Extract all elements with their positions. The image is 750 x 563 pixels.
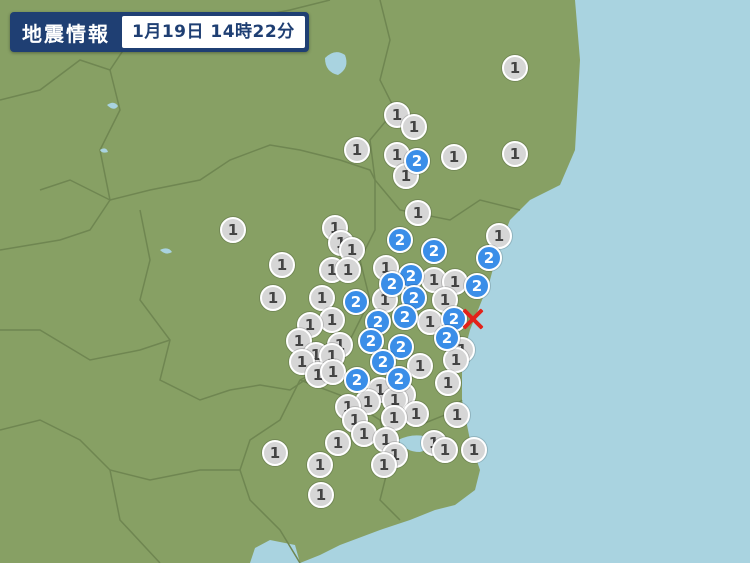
intensity-2-marker[interactable]: 2: [386, 366, 412, 392]
intensity-1-marker[interactable]: 1: [307, 452, 333, 478]
intensity-2-marker[interactable]: 2: [344, 367, 370, 393]
intensity-1-marker[interactable]: 1: [260, 285, 286, 311]
intensity-2-marker[interactable]: 2: [464, 273, 490, 299]
intensity-1-marker[interactable]: 1: [344, 137, 370, 163]
intensity-2-marker[interactable]: 2: [392, 304, 418, 330]
intensity-2-marker[interactable]: 2: [476, 245, 502, 271]
intensity-1-marker[interactable]: 1: [319, 307, 345, 333]
intensity-1-marker[interactable]: 1: [441, 144, 467, 170]
intensity-1-marker[interactable]: 1: [308, 482, 334, 508]
info-header: 地震情報 1月19日 14時22分: [10, 12, 309, 52]
map-base: [0, 0, 580, 563]
intensity-2-marker[interactable]: 2: [434, 325, 460, 351]
intensity-1-marker[interactable]: 1: [502, 141, 528, 167]
intensity-1-marker[interactable]: 1: [435, 370, 461, 396]
intensity-2-marker[interactable]: 2: [343, 289, 369, 315]
intensity-2-marker[interactable]: 2: [421, 238, 447, 264]
intensity-1-marker[interactable]: 1: [403, 401, 429, 427]
intensity-1-marker[interactable]: 1: [371, 452, 397, 478]
earthquake-map[interactable]: 地震情報 1月19日 14時22分 1 1 1 1 1 1 1 1 1 1 1 …: [0, 0, 750, 563]
intensity-1-marker[interactable]: 1: [461, 437, 487, 463]
intensity-1-marker[interactable]: 1: [320, 359, 346, 385]
intensity-1-marker[interactable]: 1: [335, 257, 361, 283]
intensity-1-marker[interactable]: 1: [262, 440, 288, 466]
intensity-1-marker[interactable]: 1: [432, 437, 458, 463]
epicenter-x-icon[interactable]: [462, 308, 484, 330]
intensity-1-marker[interactable]: 1: [444, 402, 470, 428]
header-title: 地震情報: [22, 21, 110, 46]
header-timestamp: 1月19日 14時22分: [122, 16, 305, 48]
intensity-1-marker[interactable]: 1: [401, 114, 427, 140]
intensity-1-marker[interactable]: 1: [325, 430, 351, 456]
intensity-1-marker[interactable]: 1: [220, 217, 246, 243]
intensity-2-marker[interactable]: 2: [387, 227, 413, 253]
intensity-1-marker[interactable]: 1: [502, 55, 528, 81]
intensity-2-marker[interactable]: 2: [404, 148, 430, 174]
intensity-1-marker[interactable]: 1: [269, 252, 295, 278]
intensity-1-marker[interactable]: 1: [405, 200, 431, 226]
